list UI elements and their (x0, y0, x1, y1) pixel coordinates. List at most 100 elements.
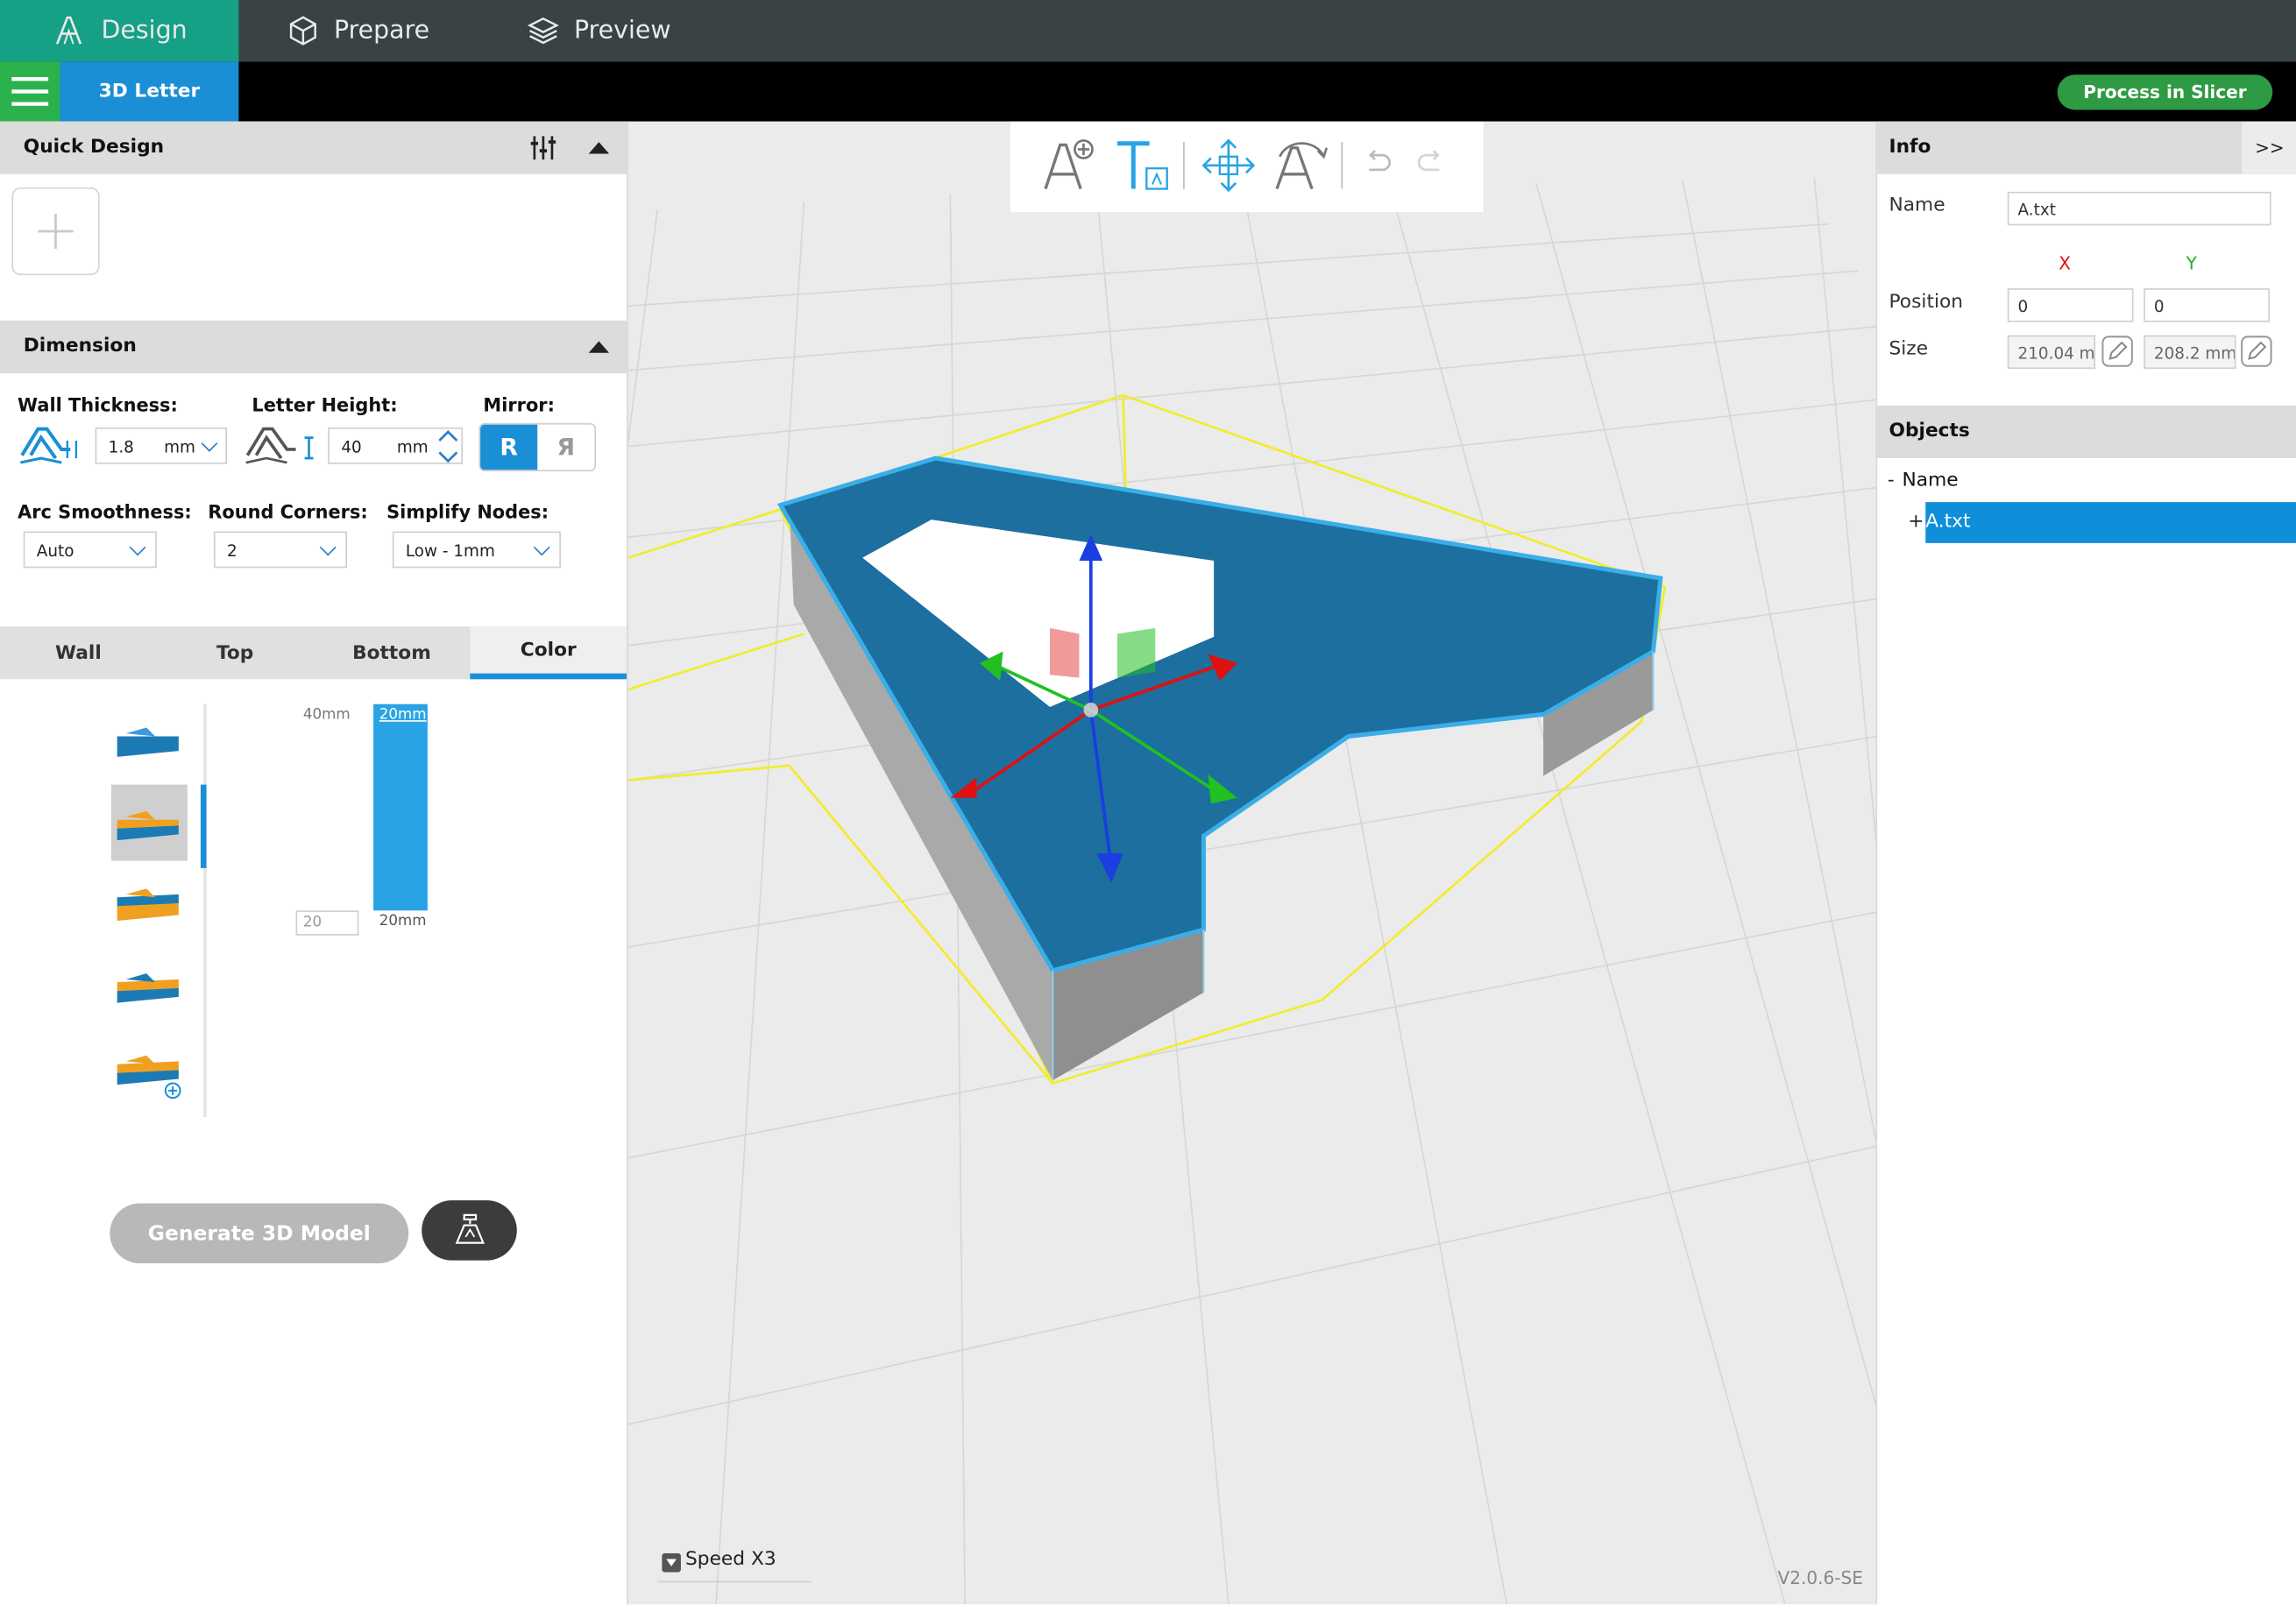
wall-thickness-input[interactable]: 1.8 mm (95, 427, 227, 464)
tree-collapse-toggle[interactable]: - (1888, 470, 1895, 491)
slicer-settings-button[interactable] (422, 1200, 517, 1261)
letter-preset-add-icon (117, 1055, 181, 1099)
toolbar-divider (1341, 142, 1343, 189)
move-arrows-icon[interactable] (1199, 136, 1258, 194)
app-window: Design Prepare Preview 3D Letter Process… (0, 0, 2296, 1605)
left-panel: Quick Design Dimension Wall Thickness: 1… (0, 121, 627, 1605)
collapse-dimension-icon[interactable] (588, 341, 610, 353)
3d-viewport[interactable]: Speed X3 V2.0.6-SE (627, 121, 1878, 1605)
color-preset-2[interactable] (110, 784, 188, 861)
preset-divider (203, 704, 207, 1117)
tab-preview[interactable]: Preview (527, 0, 671, 61)
size-y-input[interactable]: 208.2 mm (2144, 335, 2236, 370)
toolbar-divider (1183, 142, 1185, 189)
3d-scene[interactable] (627, 122, 1878, 1605)
objects-name-header: Name (1902, 470, 1959, 492)
chevron-down-icon (201, 435, 218, 452)
tab-prepare-label: Prepare (333, 16, 430, 46)
generate-3d-model-button[interactable]: Generate 3D Model (110, 1203, 409, 1264)
right-panel: Info >> Name A.txt X Y Position 0 0 Size… (1875, 121, 2296, 1605)
arc-smoothness-select[interactable]: Auto (23, 531, 157, 569)
hamburger-icon (11, 77, 49, 106)
mode-tab-3d-letter[interactable]: 3D Letter (60, 61, 239, 122)
y-axis-label: Y (2186, 253, 2197, 274)
color-preset-4[interactable] (111, 950, 188, 1026)
undo-icon[interactable] (1362, 146, 1394, 179)
color-bar-top-label: 40mm (302, 707, 351, 724)
simplify-nodes-select[interactable]: Low - 1mm (392, 531, 561, 569)
tab-wall[interactable]: Wall (0, 626, 157, 679)
name-input[interactable]: A.txt (2007, 191, 2271, 226)
layers-icon (527, 17, 559, 45)
arc-smoothness-label: Arc Smoothness: (18, 500, 192, 523)
color-preset-add[interactable] (111, 1032, 188, 1108)
speed-label: Speed X3 (684, 1548, 776, 1571)
tab-prepare[interactable]: Prepare (287, 0, 430, 61)
design-icon (56, 16, 82, 45)
chevron-down-icon (533, 539, 550, 556)
printer-icon (455, 1213, 485, 1244)
sliders-icon[interactable] (530, 135, 556, 161)
mirror-flipped-button[interactable]: Я (537, 425, 594, 470)
x-axis-label: X (2059, 253, 2072, 274)
size-label: Size (1889, 337, 1929, 361)
chevron-down-icon (129, 539, 146, 556)
add-preset-button[interactable] (11, 187, 100, 276)
process-in-slicer-button[interactable]: Process in Slicer (2057, 74, 2273, 110)
round-corners-select[interactable]: 2 (213, 531, 348, 569)
add-text-icon[interactable] (1039, 136, 1098, 194)
color-height-bar[interactable]: 20mm (373, 704, 428, 911)
mirror-normal-button[interactable]: R (480, 424, 538, 470)
hamburger-menu-button[interactable] (0, 61, 60, 122)
edit-size-y-icon[interactable] (2241, 336, 2273, 368)
preset-selection-indicator (200, 784, 207, 868)
dropdown-box-icon (662, 1552, 681, 1573)
info-title: Info (1889, 136, 1931, 159)
collapse-quick-design-icon[interactable] (588, 142, 610, 154)
objects-title: Objects (1889, 420, 1970, 442)
spinner-arrows-icon[interactable] (436, 428, 460, 465)
quick-design-header[interactable]: Quick Design (0, 121, 627, 174)
tree-expand-toggle[interactable]: + (1908, 511, 1924, 533)
objects-header: Objects (1877, 405, 2296, 458)
tab-color[interactable]: Color (470, 626, 627, 680)
color-bar-bottom-label: 20mm (379, 913, 427, 930)
position-x-input[interactable]: 0 (2007, 288, 2134, 322)
viewport-toolbar (1010, 121, 1484, 213)
position-y-input[interactable]: 0 (2144, 288, 2270, 322)
build-plate-grid (627, 177, 1878, 1605)
text-format-icon[interactable] (1113, 136, 1172, 194)
position-label: Position (1889, 291, 1964, 314)
color-split-input[interactable]: 20 (295, 910, 359, 936)
rotate-text-icon[interactable] (1271, 136, 1332, 194)
cube-icon (289, 16, 316, 46)
mirror-label: Mirror: (483, 393, 555, 416)
speed-toggle[interactable]: Speed X3 (657, 1545, 811, 1583)
simplify-nodes-label: Simplify Nodes: (386, 500, 549, 523)
letter-a-model (776, 456, 1663, 1081)
dimension-header[interactable]: Dimension (0, 320, 627, 374)
property-tabs: Wall Top Bottom Color (0, 626, 627, 680)
size-x-input[interactable]: 210.04 mr (2007, 335, 2096, 370)
tab-bottom[interactable]: Bottom (314, 626, 471, 679)
top-nav-bar: Design Prepare Preview (0, 0, 2296, 62)
color-preset-3[interactable] (111, 868, 188, 944)
mirror-toggle[interactable]: R Я (478, 422, 597, 472)
info-header: Info >> (1877, 121, 2296, 174)
object-row-selected[interactable]: A.txt (1925, 502, 2296, 543)
letter-preset-icon (117, 973, 179, 1003)
wall-thickness-icon (20, 427, 78, 464)
collapse-panel-button[interactable]: >> (2242, 121, 2296, 174)
letter-preset-icon (117, 727, 179, 757)
version-label: V2.0.6-SE (1777, 1567, 1863, 1588)
wall-thickness-label: Wall Thickness: (18, 393, 178, 416)
tab-top[interactable]: Top (157, 626, 314, 679)
edit-size-x-icon[interactable] (2101, 336, 2134, 368)
color-preset-1[interactable] (111, 707, 188, 781)
chevron-down-icon (319, 539, 337, 556)
redo-icon[interactable] (1414, 146, 1447, 179)
dimension-title: Dimension (23, 335, 137, 357)
tab-design[interactable]: Design (0, 0, 239, 62)
mode-bar: 3D Letter Process in Slicer (0, 61, 2296, 122)
object-name: A.txt (1925, 511, 1971, 534)
